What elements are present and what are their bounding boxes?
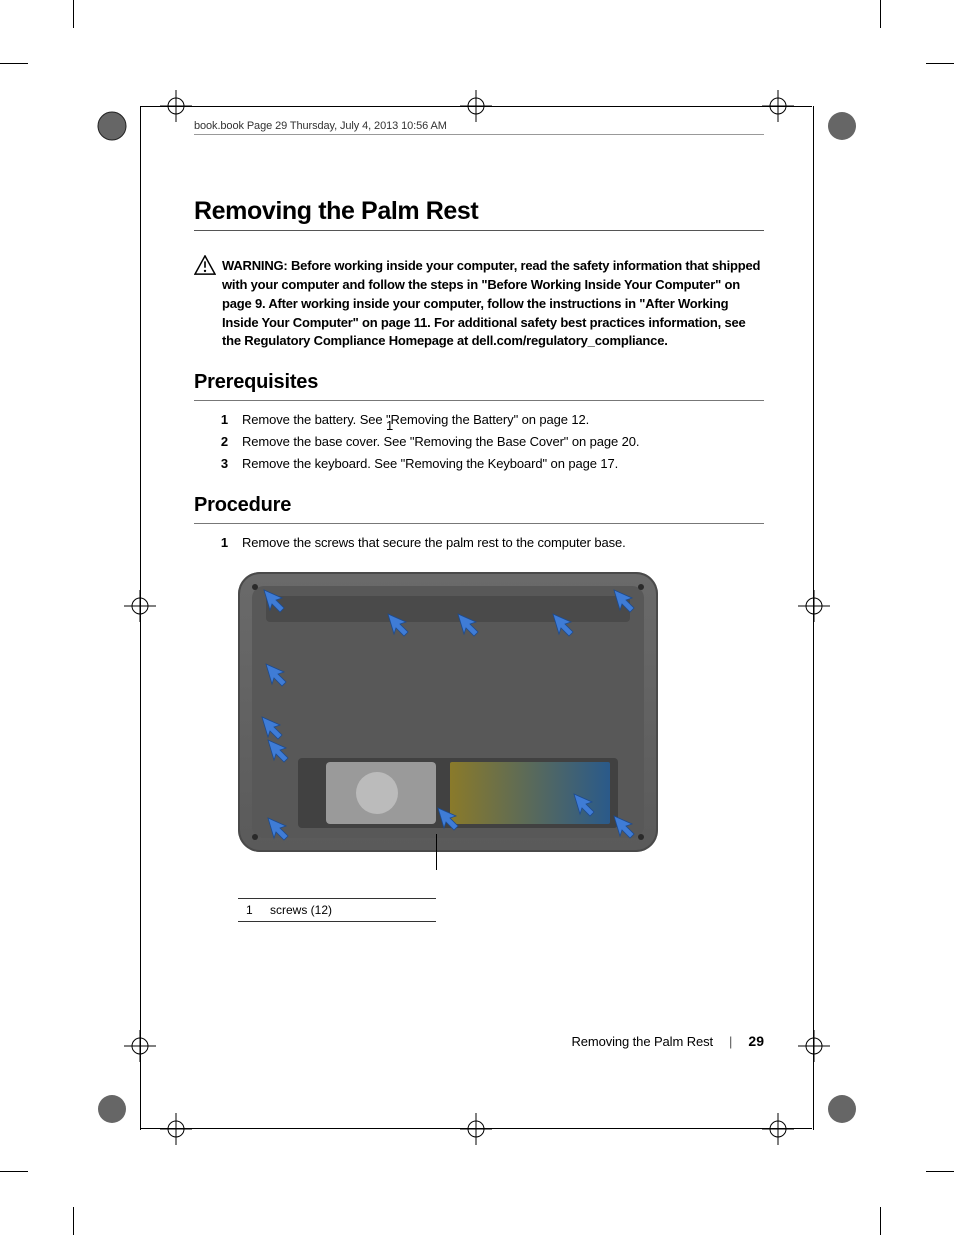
footer-title: Removing the Palm Rest [571,1034,713,1049]
procedure-steps: 1Remove the screws that secure the palm … [194,532,764,554]
list-item: 1Remove the screws that secure the palm … [194,532,764,554]
crop-line [880,0,881,28]
figure: 1 1 screws (12) [238,572,668,922]
warning-block: WARNING: Before working inside your comp… [194,257,764,351]
rule [194,230,764,231]
warning-body: Before working inside your computer, rea… [222,258,760,348]
crop-line [0,1171,28,1172]
list-item: 2Remove the base cover. See "Removing th… [194,431,764,453]
crosshair-icon [124,590,156,622]
callout-table: 1 screws (12) [238,898,436,922]
crop-line [0,63,28,64]
crosshair-icon [798,590,830,622]
warning-text: WARNING: Before working inside your comp… [222,257,764,351]
callout-leader [436,834,437,870]
crosshair-icon [762,1113,794,1145]
callout-table-label: screws (12) [270,903,332,917]
crosshair-icon [460,1113,492,1145]
list-item: 3Remove the keyboard. See "Removing the … [194,453,764,475]
registration-mark-icon [826,110,858,142]
crop-line [926,1171,954,1172]
registration-mark-icon [96,110,128,142]
warning-icon [194,255,216,280]
print-header: book.book Page 29 Thursday, July 4, 2013… [194,120,764,135]
crosshair-icon [160,90,192,122]
crosshair-icon [460,90,492,122]
rule [194,400,764,401]
crop-line [73,0,74,28]
crop-line [73,1207,74,1235]
rule [194,523,764,524]
registration-mark-icon [96,1093,128,1125]
procedure-heading: Procedure [194,494,764,517]
crosshair-icon [762,90,794,122]
crosshair-icon [160,1113,192,1145]
content-area: book.book Page 29 Thursday, July 4, 2013… [194,120,764,922]
list-item: 1Remove the battery. See "Removing the B… [194,409,764,431]
prerequisites-steps: 1Remove the battery. See "Removing the B… [194,409,764,475]
footer-separator: | [729,1034,732,1049]
prerequisites-heading: Prerequisites [194,371,764,394]
callout-table-num: 1 [246,903,270,917]
page-title: Removing the Palm Rest [194,197,764,226]
warning-lead: WARNING: [222,258,291,273]
crosshair-icon [124,1030,156,1062]
callout-number: 1 [386,418,393,433]
page-footer: Removing the Palm Rest | 29 [194,1033,764,1049]
crosshair-icon [798,1030,830,1062]
document-page: book.book Page 29 Thursday, July 4, 2013… [0,0,954,1235]
crop-line [926,63,954,64]
registration-mark-icon [826,1093,858,1125]
page-number: 29 [748,1033,764,1049]
laptop-base-illustration [238,572,658,852]
crop-line [880,1207,881,1235]
screw-arrows-icon [238,572,658,852]
